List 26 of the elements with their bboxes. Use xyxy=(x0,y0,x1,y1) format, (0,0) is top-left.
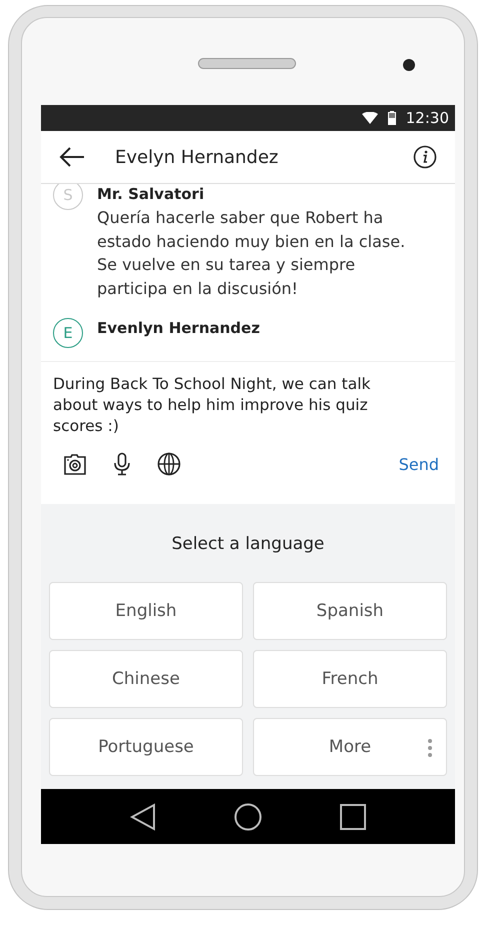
home-circle-icon[interactable] xyxy=(234,802,262,830)
more-dots-icon xyxy=(428,739,432,757)
avatar-circle: E xyxy=(53,318,83,348)
language-button[interactable]: Spanish xyxy=(253,582,447,640)
battery-icon xyxy=(388,111,396,125)
sender-name: Evenlyn Hernandez xyxy=(97,318,260,338)
language-button[interactable]: French xyxy=(253,650,447,708)
back-triangle-icon[interactable] xyxy=(130,802,156,830)
back-arrow-icon[interactable] xyxy=(59,147,85,167)
send-button[interactable]: Send xyxy=(394,454,443,474)
more-button[interactable]: More xyxy=(253,718,447,776)
panel-title: Select a language xyxy=(170,534,326,554)
sender-name: Mr. Salvatori xyxy=(97,184,206,204)
message-input[interactable]: During Back To School Night, we can talk about ways to help him improve his quiz scores :) xyxy=(53,374,443,440)
language-button[interactable]: Portuguese xyxy=(49,718,243,776)
camera-icon[interactable] xyxy=(63,452,87,476)
camera-dot xyxy=(403,59,415,71)
globe-icon[interactable] xyxy=(157,452,181,476)
info-icon[interactable] xyxy=(413,145,437,169)
status-time: 12:30 xyxy=(406,109,449,127)
conversation-title: Evelyn Hernandez xyxy=(115,146,280,168)
wifi-icon xyxy=(362,112,378,124)
recents-square-icon[interactable] xyxy=(340,804,366,830)
language-button[interactable]: English xyxy=(49,582,243,640)
message-text: Quería hacerle saber que Robert ha estado haciendo muy bien en la clase. Se vuelve en su tarea y siempre participa en la discusión! xyxy=(97,207,406,300)
language-button[interactable]: Chinese xyxy=(49,650,243,708)
